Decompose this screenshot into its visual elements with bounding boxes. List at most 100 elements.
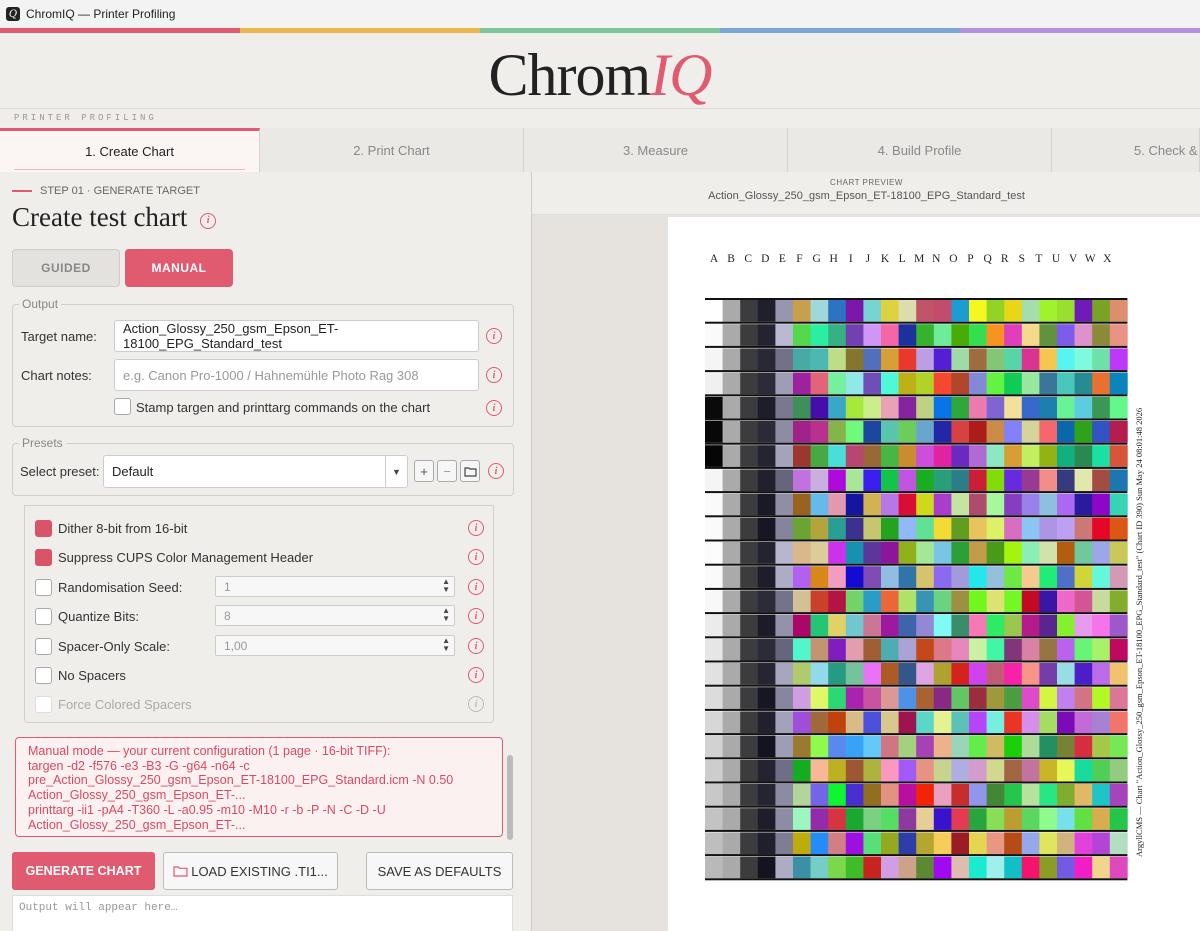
color-patch bbox=[793, 638, 811, 661]
folder-icon[interactable] bbox=[460, 460, 480, 482]
no-spacers-checkbox[interactable] bbox=[35, 666, 52, 684]
seed-checkbox[interactable] bbox=[35, 578, 52, 596]
preset-select[interactable]: Default ▼ bbox=[103, 455, 408, 488]
add-preset-button[interactable]: + bbox=[414, 460, 434, 482]
color-patch bbox=[1021, 372, 1040, 395]
tab-measure[interactable]: 3. Measure bbox=[524, 128, 788, 172]
color-patch bbox=[1004, 542, 1023, 564]
color-patch bbox=[951, 348, 970, 371]
color-patch bbox=[1109, 517, 1128, 540]
info-icon[interactable]: i bbox=[200, 212, 217, 229]
color-patch bbox=[775, 372, 794, 395]
row-spacer bbox=[705, 708, 1128, 711]
color-patch bbox=[1004, 784, 1023, 806]
color-patch bbox=[881, 784, 899, 806]
tab-print-chart[interactable]: 2. Print Chart bbox=[260, 128, 524, 172]
info-icon[interactable]: i bbox=[468, 579, 484, 595]
color-patch bbox=[828, 517, 847, 540]
info-icon[interactable]: i bbox=[468, 520, 484, 536]
spinner-arrows-icon[interactable]: ▲ ▼ bbox=[442, 607, 450, 623]
color-patch bbox=[722, 566, 741, 588]
info-icon[interactable]: i bbox=[486, 367, 502, 383]
generate-chart-button[interactable]: GENERATE CHART bbox=[12, 852, 155, 890]
tab-create-chart[interactable]: 1. Create Chart bbox=[0, 128, 260, 172]
color-patch bbox=[810, 590, 829, 613]
color-patch bbox=[1004, 372, 1023, 395]
remove-preset-button[interactable]: − bbox=[437, 460, 457, 482]
option-no-spacers[interactable]: No Spacers bbox=[35, 665, 126, 685]
info-icon[interactable]: i bbox=[486, 400, 502, 416]
spinner-arrows-icon[interactable]: ▲ ▼ bbox=[442, 637, 450, 653]
color-patch bbox=[793, 590, 811, 613]
color-patch bbox=[1039, 663, 1058, 685]
color-patch bbox=[1109, 808, 1128, 830]
color-patch bbox=[828, 324, 847, 346]
tab-check[interactable]: 5. Check & I bbox=[1052, 128, 1200, 172]
color-patch bbox=[1074, 445, 1093, 467]
chart-notes-input[interactable]: e.g. Canon Pro-1000 / Hahnemühle Photo R… bbox=[114, 359, 479, 391]
color-patch bbox=[828, 638, 847, 661]
option-dither[interactable]: Dither 8-bit from 16-bit bbox=[35, 518, 187, 538]
color-patch bbox=[898, 832, 917, 855]
color-patch bbox=[828, 735, 847, 758]
color-patch bbox=[740, 832, 759, 855]
color-patch bbox=[1004, 711, 1023, 734]
info-icon[interactable]: i bbox=[468, 608, 484, 624]
color-patch bbox=[828, 711, 847, 734]
scrollbar-thumb[interactable] bbox=[507, 755, 513, 840]
color-patch bbox=[1004, 396, 1023, 419]
color-patch bbox=[1004, 638, 1023, 661]
target-name-input[interactable]: Action_Glossy_250_gsm_Epson_ET-18100_EPG… bbox=[114, 320, 479, 352]
info-icon[interactable]: i bbox=[468, 667, 484, 683]
color-patch bbox=[863, 784, 882, 806]
color-patch bbox=[1109, 469, 1128, 492]
guided-button[interactable]: GUIDED bbox=[12, 249, 120, 287]
option-quantize-bits[interactable]: Quantize Bits: bbox=[35, 606, 139, 626]
color-patch bbox=[828, 856, 847, 879]
color-patch bbox=[1004, 856, 1023, 879]
spinner-arrows-icon[interactable]: ▲ ▼ bbox=[442, 578, 450, 594]
dither-checkbox[interactable] bbox=[35, 519, 52, 537]
option-spacer-only-scale[interactable]: Spacer-Only Scale: bbox=[35, 636, 170, 656]
color-patch bbox=[810, 687, 829, 709]
save-defaults-button[interactable]: SAVE AS DEFAULTS bbox=[366, 852, 513, 890]
quantize-spinner[interactable]: 8 ▲ ▼ bbox=[215, 605, 455, 626]
color-patch bbox=[986, 300, 1005, 322]
color-patch bbox=[1057, 832, 1075, 855]
color-patch bbox=[933, 493, 952, 516]
chevron-down-icon[interactable]: ▼ bbox=[385, 456, 407, 487]
left-panel: STEP 01 · GENERATE TARGET Create test ch… bbox=[0, 172, 528, 931]
color-patch bbox=[951, 300, 970, 322]
stamp-checkbox[interactable] bbox=[114, 398, 131, 415]
info-icon[interactable]: i bbox=[468, 549, 484, 565]
color-patch bbox=[1021, 687, 1040, 709]
color-patch bbox=[863, 590, 882, 613]
color-patch bbox=[951, 372, 970, 395]
color-patch bbox=[705, 759, 723, 782]
spacer-scale-spinner[interactable]: 1,00 ▲ ▼ bbox=[215, 635, 455, 656]
spacer-scale-checkbox[interactable] bbox=[35, 637, 52, 655]
seed-spinner[interactable]: 1 ▲ ▼ bbox=[215, 576, 455, 597]
quantize-checkbox[interactable] bbox=[35, 607, 52, 625]
color-patch bbox=[1092, 784, 1111, 806]
color-patch bbox=[1092, 638, 1111, 661]
color-patch bbox=[793, 493, 811, 516]
color-patch bbox=[705, 445, 723, 467]
color-patch bbox=[1004, 832, 1023, 855]
info-icon[interactable]: i bbox=[486, 328, 502, 344]
color-patch bbox=[1021, 784, 1040, 806]
color-patch bbox=[969, 493, 987, 516]
option-randomisation-seed[interactable]: Randomisation Seed: bbox=[35, 577, 182, 597]
info-icon[interactable]: i bbox=[488, 463, 504, 479]
color-patch bbox=[1074, 663, 1093, 685]
color-patch bbox=[933, 445, 952, 467]
color-patch bbox=[933, 759, 952, 782]
tab-build-profile[interactable]: 4. Build Profile bbox=[788, 128, 1052, 172]
load-existing-button[interactable]: LOAD EXISTING .TI1... bbox=[163, 852, 338, 890]
manual-button[interactable]: MANUAL bbox=[125, 249, 233, 287]
option-suppress-cups[interactable]: Suppress CUPS Color Management Header bbox=[35, 547, 313, 567]
suppress-cups-checkbox[interactable] bbox=[35, 548, 52, 566]
color-patch bbox=[793, 808, 811, 830]
row-spacer bbox=[705, 781, 1128, 784]
info-icon[interactable]: i bbox=[468, 638, 484, 654]
